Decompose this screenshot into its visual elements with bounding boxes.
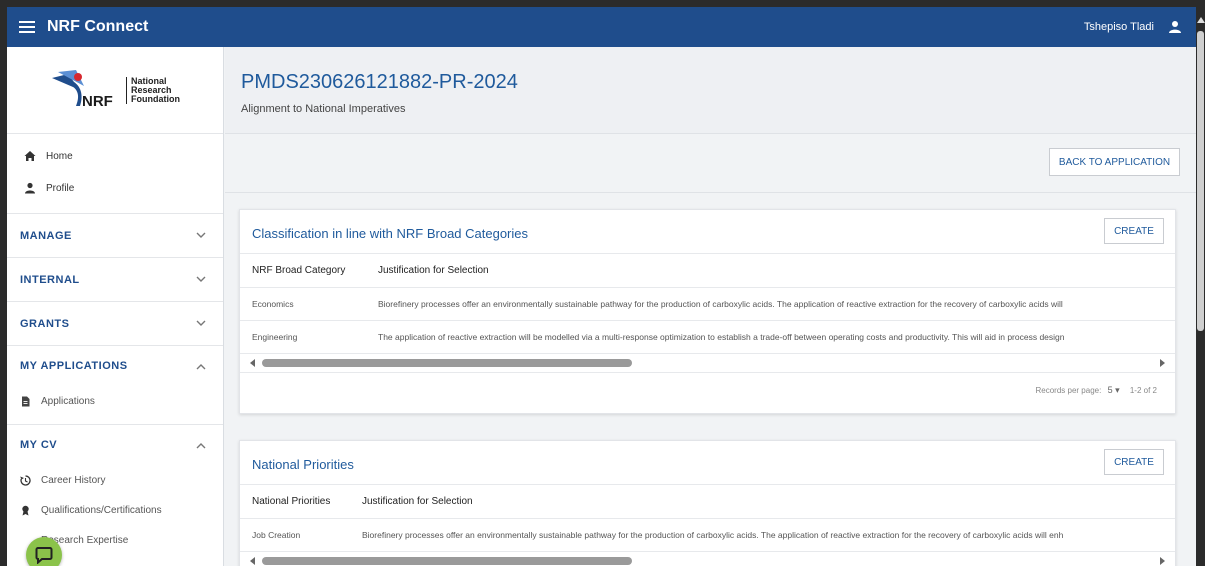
- national-priorities-table: National Priorities Justification for Se…: [240, 485, 1175, 552]
- section-label: INTERNAL: [20, 273, 80, 286]
- horizontal-scrollbar[interactable]: [240, 356, 1175, 370]
- user-icon[interactable]: [1168, 20, 1182, 34]
- broad-categories-table: NRF Broad Category Justification for Sel…: [240, 254, 1175, 354]
- create-button[interactable]: CREATE: [1104, 218, 1164, 244]
- card-title: Classification in line with NRF Broad Ca…: [252, 226, 529, 241]
- document-icon: [20, 396, 31, 407]
- sidebar-item-label: Career History: [41, 474, 106, 486]
- section-label: MY CV: [20, 439, 58, 451]
- broad-categories-card: Classification in line with NRF Broad Ca…: [239, 209, 1176, 414]
- chevron-up-icon: [196, 363, 206, 369]
- sidebar: NRF National Research Foundation Home Pr…: [7, 47, 224, 566]
- records-per-page-label: Records per page:: [1035, 385, 1102, 395]
- back-to-application-button[interactable]: BACK TO APPLICATION: [1049, 148, 1180, 176]
- divider: [225, 192, 1196, 193]
- chat-bubble-icon: [35, 547, 53, 564]
- scroll-up-icon[interactable]: [1197, 17, 1205, 23]
- sidebar-section-grants[interactable]: GRANTS: [7, 302, 223, 346]
- sidebar-item-label: Applications: [41, 395, 95, 407]
- sidebar-section-my-applications[interactable]: MY APPLICATIONS: [7, 346, 223, 386]
- scroll-left-icon[interactable]: [250, 358, 255, 367]
- table-cell: Biorefinery processes offer an environme…: [350, 518, 1175, 552]
- pagination: Records per page: 5 ▾ 1-2 of 2: [1036, 385, 1158, 396]
- table-cell: Job Creation: [240, 518, 350, 552]
- card-header: National Priorities CREATE: [240, 441, 1175, 485]
- nrf-logo[interactable]: NRF National Research Foundation: [50, 68, 180, 112]
- section-label: GRANTS: [20, 317, 70, 330]
- sidebar-group-my-applications: MY APPLICATIONS Applications: [7, 346, 223, 425]
- page-range: 1-2 of 2: [1129, 385, 1157, 395]
- app-title: NRF Connect: [47, 18, 149, 35]
- sidebar-item-label: Home: [46, 150, 73, 162]
- column-header[interactable]: Justification for Selection: [350, 485, 1175, 519]
- sidebar-item-profile[interactable]: Profile: [7, 172, 223, 204]
- chevron-down-icon: [196, 320, 206, 326]
- table-cell: Engineering: [240, 320, 366, 354]
- horizontal-scrollbar[interactable]: [240, 554, 1175, 566]
- table-row[interactable]: Economics Biorefinery processes offer an…: [240, 287, 1175, 321]
- table-row[interactable]: Engineering The application of reactive …: [240, 320, 1175, 354]
- sidebar-item-applications[interactable]: Applications: [7, 386, 223, 416]
- caret-down-icon: ▾: [1115, 384, 1120, 395]
- table-footer: Records per page: 5 ▾ 1-2 of 2: [240, 371, 1175, 406]
- logo-line-3: Foundation: [131, 93, 180, 104]
- app-window: NRF Connect Tshepiso Tladi NRF National …: [7, 7, 1196, 566]
- sidebar-group-my-cv: MY CV Career History Qualifications/Cert…: [7, 425, 223, 555]
- sidebar-item-label: Profile: [46, 182, 75, 194]
- table-cell: Economics: [240, 287, 366, 321]
- divider: [7, 204, 223, 214]
- table-header-row: NRF Broad Category Justification for Sel…: [240, 254, 1175, 288]
- table-cell: The application of reactive extraction w…: [366, 320, 1175, 354]
- table-cell: Biorefinery processes offer an environme…: [366, 287, 1175, 321]
- scrollbar-thumb[interactable]: [1197, 31, 1204, 331]
- scrollbar-thumb[interactable]: [262, 358, 632, 367]
- records-per-page-value: 5: [1107, 384, 1113, 395]
- chevron-up-icon: [196, 442, 206, 448]
- page-subtitle: Alignment to National Imperatives: [241, 103, 406, 115]
- certificate-icon: [20, 505, 31, 516]
- page-header: PMDS230626121882-PR-2024 Alignment to Na…: [225, 47, 1196, 134]
- top-app-bar: NRF Connect Tshepiso Tladi: [7, 7, 1196, 47]
- nrf-logo-mark: NRF: [52, 70, 113, 110]
- section-label: MY APPLICATIONS: [20, 360, 128, 372]
- chevron-down-icon: [196, 276, 206, 282]
- sidebar-item-qualifications[interactable]: Qualifications/Certifications: [7, 495, 223, 525]
- create-button[interactable]: CREATE: [1104, 449, 1164, 475]
- scroll-right-icon[interactable]: [1160, 358, 1165, 367]
- logo-mark-text: NRF: [82, 93, 113, 110]
- person-icon: [24, 182, 36, 194]
- sidebar-section-internal[interactable]: INTERNAL: [7, 258, 223, 302]
- sidebar-item-career-history[interactable]: Career History: [7, 465, 223, 495]
- sidebar-section-my-cv[interactable]: MY CV: [7, 425, 223, 465]
- column-header[interactable]: National Priorities: [240, 485, 350, 519]
- vertical-scrollbar[interactable]: [1196, 7, 1205, 566]
- records-per-page-select[interactable]: 5 ▾: [1108, 385, 1120, 395]
- sidebar-section-manage[interactable]: MANAGE: [7, 214, 223, 258]
- logo-area: NRF National Research Foundation: [7, 47, 223, 134]
- section-label: MANAGE: [20, 229, 72, 242]
- card-title: National Priorities: [252, 457, 354, 472]
- national-priorities-card: National Priorities CREATE National Prio…: [239, 440, 1176, 566]
- column-header[interactable]: Justification for Selection: [366, 254, 1175, 288]
- column-header[interactable]: NRF Broad Category: [240, 254, 366, 288]
- chat-button[interactable]: [26, 537, 62, 566]
- hamburger-menu-button[interactable]: [7, 7, 47, 47]
- table-header-row: National Priorities Justification for Se…: [240, 485, 1175, 519]
- sidebar-item-home[interactable]: Home: [7, 140, 223, 172]
- home-icon: [24, 150, 36, 162]
- chevron-down-icon: [196, 232, 206, 238]
- user-name[interactable]: Tshepiso Tladi: [1084, 21, 1154, 33]
- card-header: Classification in line with NRF Broad Ca…: [240, 210, 1175, 254]
- scrollbar-thumb[interactable]: [262, 556, 632, 565]
- logo-text: National Research Foundation: [126, 76, 180, 104]
- sidebar-item-label: Qualifications/Certifications: [41, 504, 162, 516]
- scroll-right-icon[interactable]: [1160, 556, 1165, 565]
- history-icon: [20, 474, 31, 486]
- scroll-left-icon[interactable]: [250, 556, 255, 565]
- table-row[interactable]: Job Creation Biorefinery processes offer…: [240, 518, 1175, 552]
- page-title: PMDS230626121882-PR-2024: [241, 71, 518, 93]
- hamburger-icon: [19, 21, 35, 33]
- main-content: PMDS230626121882-PR-2024 Alignment to Na…: [225, 47, 1196, 566]
